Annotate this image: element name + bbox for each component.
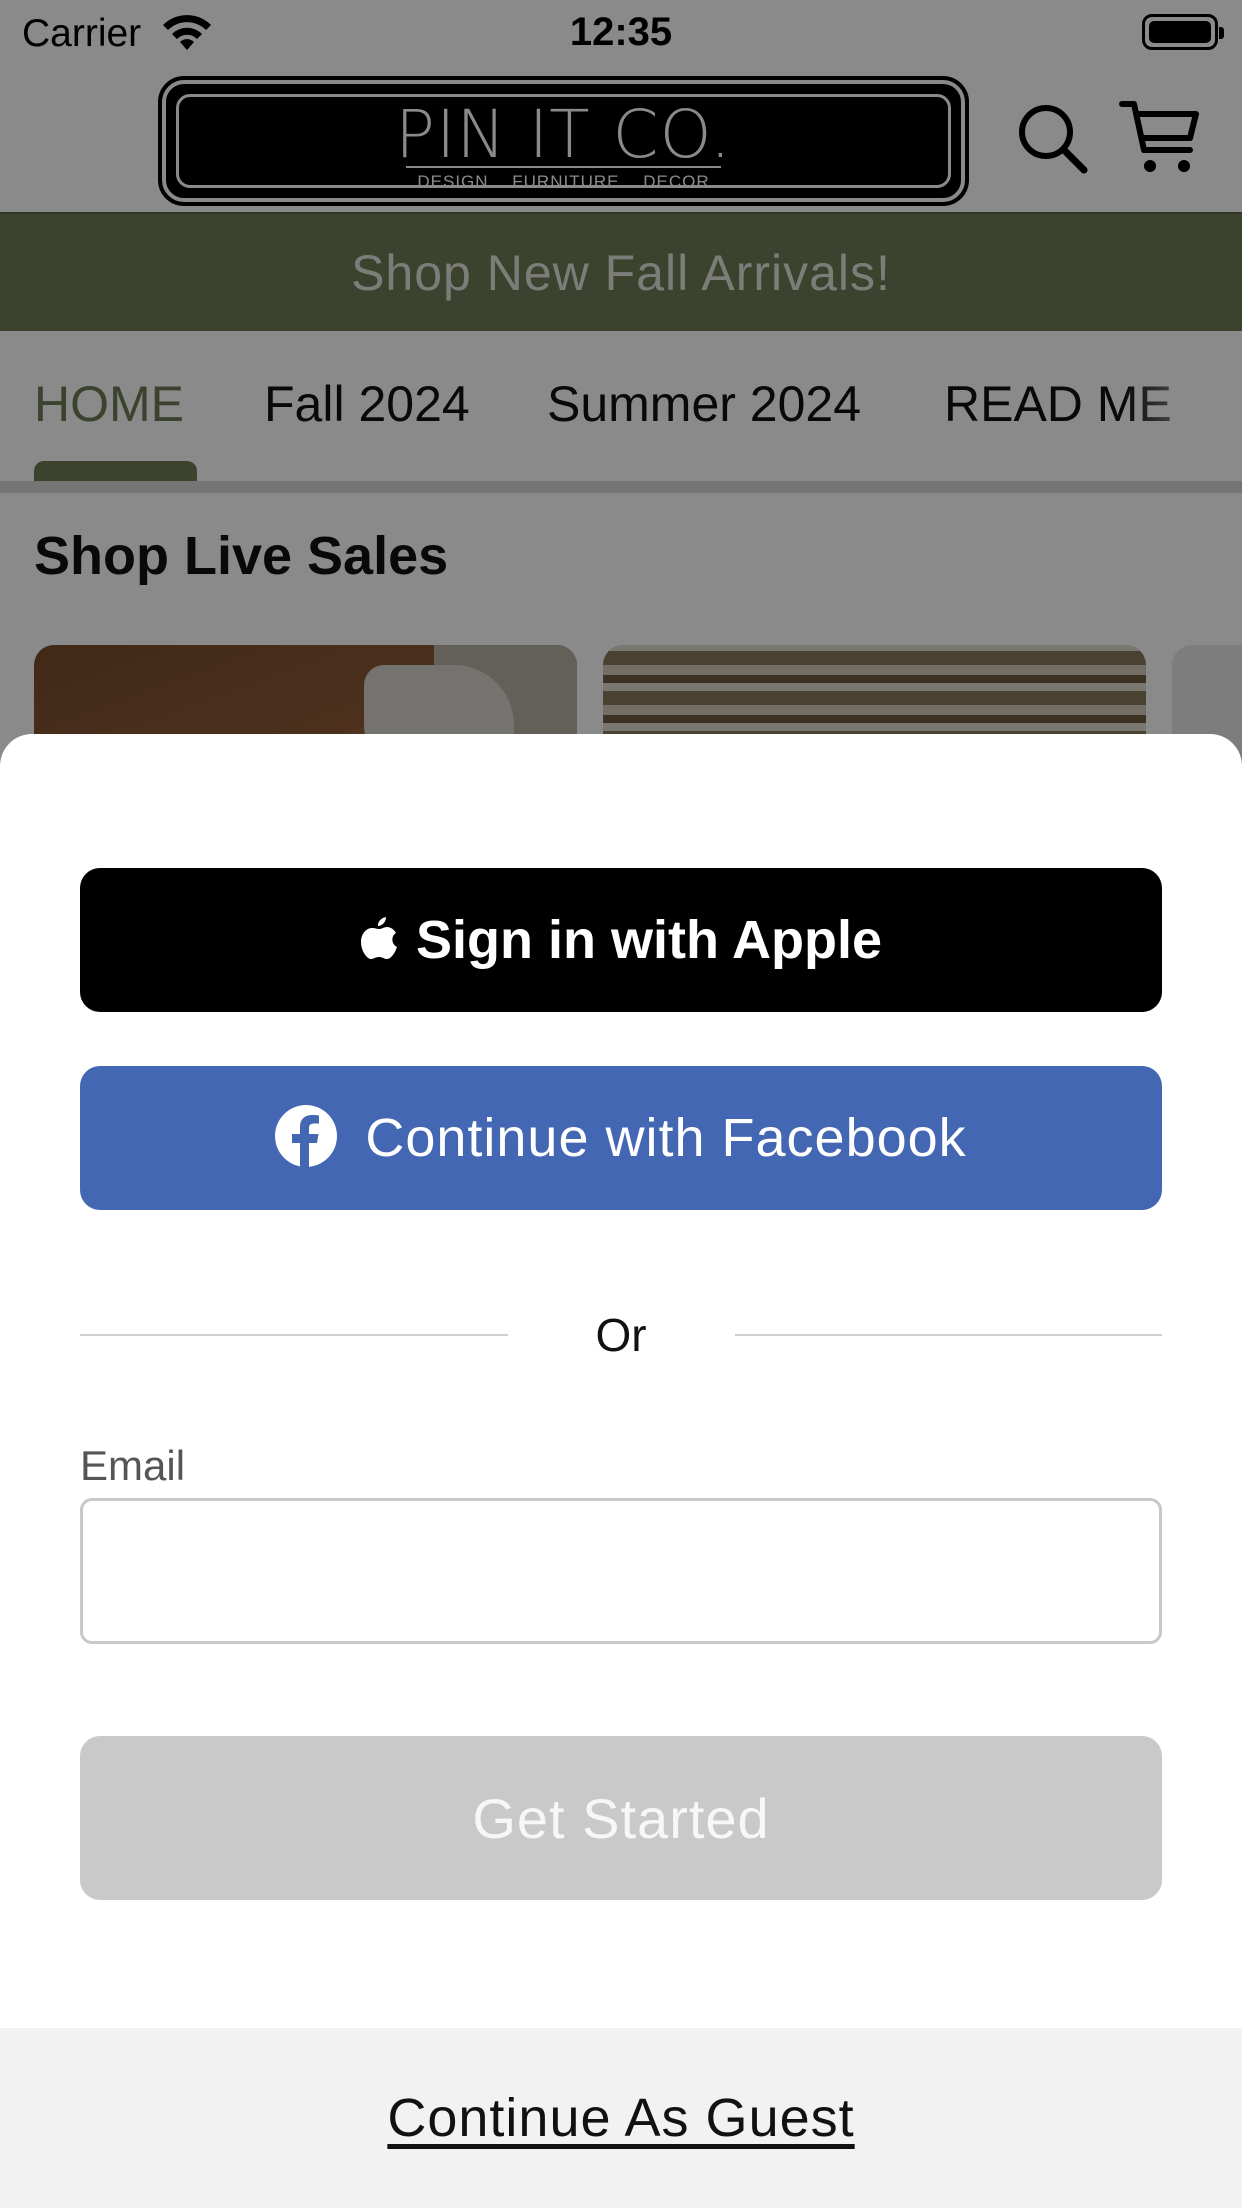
facebook-button-label: Continue with Facebook [365,1108,967,1168]
continue-with-facebook-button[interactable]: Continue with Facebook [80,1066,1162,1210]
apple-icon [360,915,398,966]
facebook-icon [275,1104,338,1172]
apple-button-label: Sign in with Apple [416,910,882,970]
sheet-footer: Continue As Guest [0,2028,1242,2208]
sign-in-sheet: Sign in with Apple Continue with Faceboo… [0,734,1242,2208]
email-label: Email [80,1442,186,1489]
continue-as-guest-link[interactable]: Continue As Guest [387,2087,854,2149]
get-started-button[interactable]: Get Started [80,1736,1162,1900]
email-field[interactable] [80,1498,1162,1644]
divider-line [735,1334,1162,1336]
sign-in-with-apple-button[interactable]: Sign in with Apple [80,868,1162,1012]
